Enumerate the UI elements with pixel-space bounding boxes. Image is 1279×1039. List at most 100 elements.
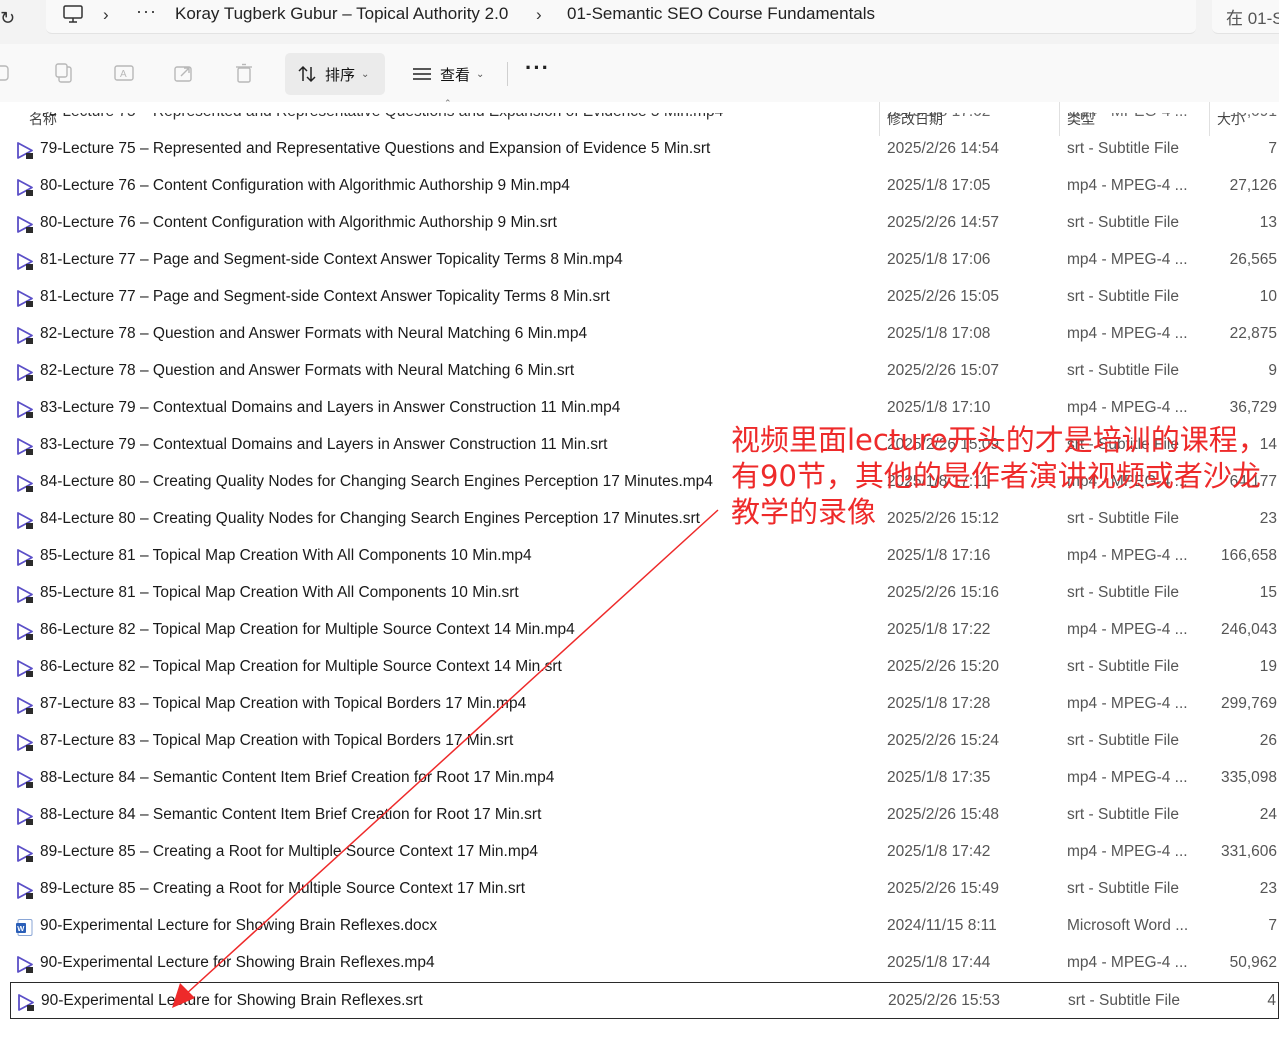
video-file-icon — [15, 585, 34, 604]
file-size: 26,565 — [1229, 251, 1277, 268]
file-name: 90-Experimental Lecture for Showing Brai… — [41, 992, 423, 1009]
sort-icon — [297, 64, 317, 84]
file-name: 86-Lecture 82 – Topical Map Creation for… — [40, 658, 562, 675]
video-file-icon — [15, 955, 34, 974]
command-bar: A 排序 ⌄ 查看 ⌄ ··· — [0, 44, 1279, 103]
list-item[interactable]: W 90-Experimental Lecture for Showing Bra… — [10, 908, 1279, 945]
rename-icon[interactable]: A — [113, 62, 135, 84]
list-item[interactable]: 90-Experimental Lecture for Showing Brai… — [10, 945, 1279, 982]
delete-icon[interactable] — [233, 62, 255, 84]
file-name: 89-Lecture 85 – Creating a Root for Mult… — [40, 843, 538, 860]
video-file-icon — [15, 622, 34, 641]
list-item[interactable]: 88-Lecture 84 – Semantic Content Item Br… — [10, 760, 1279, 797]
file-name: 85-Lecture 81 – Topical Map Creation Wit… — [40, 584, 519, 601]
file-size: 331,606 — [1220, 843, 1277, 860]
list-item[interactable]: 79-Lecture 75 – Represented and Represen… — [10, 131, 1279, 168]
file-type: Microsoft Word ... — [1067, 917, 1189, 934]
breadcrumb-item-course[interactable]: Koray Tugberk Gubur – Topical Authority … — [175, 4, 508, 24]
file-type: srt - Subtitle File — [1068, 992, 1180, 1009]
file-type: mp4 - MPEG-4 ... — [1067, 325, 1188, 342]
sort-button[interactable]: 排序 ⌄ — [285, 53, 385, 95]
list-item[interactable]: 87-Lecture 83 – Topical Map Creation wit… — [10, 686, 1279, 723]
file-type: mp4 - MPEG-4 ... — [1067, 843, 1188, 860]
file-name: 79-Lecture 75 – Represented and Represen… — [40, 140, 711, 157]
breadcrumb[interactable]: › ··· Koray Tugberk Gubur – Topical Auth… — [46, 0, 1196, 34]
file-type: mp4 - MPEG-4 ... — [1067, 113, 1188, 121]
list-item[interactable]: 86-Lecture 82 – Topical Map Creation for… — [10, 612, 1279, 649]
video-file-icon — [15, 363, 34, 382]
file-name: 79-Lecture 75 – Represented and Represen… — [40, 113, 723, 121]
file-size: 15 — [1259, 584, 1277, 601]
list-item[interactable]: 82-Lecture 78 – Question and Answer Form… — [10, 316, 1279, 353]
list-item[interactable]: 81-Lecture 77 – Page and Segment-side Co… — [10, 279, 1279, 316]
file-size: 9 — [1268, 362, 1277, 379]
file-name: 87-Lecture 83 – Topical Map Creation wit… — [40, 695, 527, 712]
address-bar: ↻ › ··· Koray Tugberk Gubur – Topical Au… — [0, 0, 1279, 44]
file-name: 88-Lecture 84 – Semantic Content Item Br… — [40, 806, 542, 823]
file-size: 22,875 — [1229, 325, 1277, 342]
file-type: mp4 - MPEG-4 ... — [1067, 621, 1188, 638]
view-label: 查看 — [440, 66, 471, 84]
list-item[interactable]: 80-Lecture 76 – Content Configuration wi… — [10, 205, 1279, 242]
video-file-icon — [15, 141, 34, 160]
video-file-icon — [15, 178, 34, 197]
file-name: 81-Lecture 77 – Page and Segment-side Co… — [40, 288, 610, 305]
file-date: 2025/1/8 17:08 — [887, 325, 991, 342]
file-name: 86-Lecture 82 – Topical Map Creation for… — [40, 621, 575, 638]
chevron-down-icon: ⌄ — [361, 68, 370, 80]
file-type: srt - Subtitle File — [1067, 140, 1179, 157]
list-item[interactable]: 86-Lecture 82 – Topical Map Creation for… — [10, 649, 1279, 686]
file-name: 82-Lecture 78 – Question and Answer Form… — [40, 325, 588, 342]
breadcrumb-overflow-button[interactable]: ··· — [136, 1, 157, 22]
file-name: 90-Experimental Lecture for Showing Brai… — [40, 954, 435, 971]
video-file-icon — [15, 844, 34, 863]
list-item[interactable]: 85-Lecture 81 – Topical Map Creation Wit… — [10, 575, 1279, 612]
file-date: 2025/2/26 15:24 — [887, 732, 1000, 749]
file-list: 79-Lecture 75 – Represented and Represen… — [0, 113, 1279, 1039]
refresh-icon[interactable]: ↻ — [0, 6, 16, 30]
list-item[interactable]: 89-Lecture 85 – Creating a Root for Mult… — [10, 871, 1279, 908]
file-type: mp4 - MPEG-4 ... — [1067, 954, 1188, 971]
file-date: 2025/1/8 17:44 — [887, 954, 991, 971]
video-file-icon — [15, 400, 34, 419]
this-pc-icon[interactable] — [62, 3, 84, 25]
file-type: srt - Subtitle File — [1067, 584, 1179, 601]
view-button[interactable]: 查看 ⌄ — [400, 53, 495, 95]
cut-icon[interactable] — [0, 62, 14, 84]
list-item-selected[interactable]: 90-Experimental Lecture for Showing Brai… — [10, 982, 1279, 1019]
list-item[interactable]: 81-Lecture 77 – Page and Segment-side Co… — [10, 242, 1279, 279]
list-item-partial[interactable]: 79-Lecture 75 – Represented and Represen… — [10, 113, 1279, 131]
list-item[interactable]: 88-Lecture 84 – Semantic Content Item Br… — [10, 797, 1279, 834]
file-date: 2025/2/26 15:07 — [887, 362, 1000, 379]
list-item[interactable]: 82-Lecture 78 – Question and Answer Form… — [10, 353, 1279, 390]
file-name: 88-Lecture 84 – Semantic Content Item Br… — [40, 769, 555, 786]
file-type: mp4 - MPEG-4 ... — [1067, 695, 1188, 712]
list-item[interactable]: 87-Lecture 83 – Topical Map Creation wit… — [10, 723, 1279, 760]
chevron-right-icon[interactable]: › — [536, 5, 542, 25]
file-name: 89-Lecture 85 – Creating a Root for Mult… — [40, 880, 526, 897]
file-date: 2025/2/26 15:20 — [887, 658, 1000, 675]
copy-icon[interactable] — [53, 62, 75, 84]
more-options-button[interactable]: ··· — [525, 55, 550, 81]
video-file-icon — [15, 474, 34, 493]
share-icon[interactable] — [173, 62, 195, 84]
search-input[interactable]: 在 01-Se — [1212, 0, 1279, 34]
chevron-right-icon[interactable]: › — [103, 5, 109, 25]
video-file-icon — [15, 548, 34, 567]
video-file-icon — [15, 881, 34, 900]
list-item[interactable]: 80-Lecture 76 – Content Configuration wi… — [10, 168, 1279, 205]
video-file-icon — [15, 252, 34, 271]
file-size: 50,962 — [1229, 954, 1277, 971]
chevron-down-icon: ⌄ — [476, 68, 485, 80]
breadcrumb-item-folder[interactable]: 01-Semantic SEO Course Fundamentals — [567, 4, 875, 24]
list-item[interactable]: 85-Lecture 81 – Topical Map Creation Wit… — [10, 538, 1279, 575]
list-item[interactable]: 89-Lecture 85 – Creating a Root for Mult… — [10, 834, 1279, 871]
file-date: 2025/1/8 17:06 — [887, 251, 991, 268]
file-type: mp4 - MPEG-4 ... — [1067, 177, 1188, 194]
video-file-icon — [15, 437, 34, 456]
file-date: 2025/2/26 15:16 — [887, 584, 1000, 601]
file-size: 23 — [1259, 880, 1277, 897]
file-date: 2025/1/8 17:05 — [887, 177, 991, 194]
file-name: 83-Lecture 79 – Contextual Domains and L… — [40, 436, 608, 453]
file-date: 2025/2/26 14:54 — [887, 140, 1000, 157]
